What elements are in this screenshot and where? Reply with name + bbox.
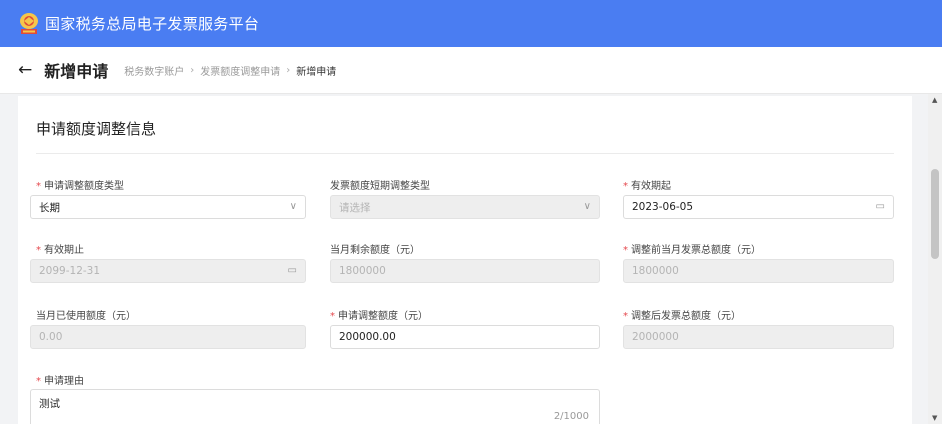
required-mark: * <box>623 245 628 256</box>
page-title: 新增申请 <box>44 62 109 81</box>
breadcrumb-item-current: 新增申请 <box>296 66 337 78</box>
required-mark: * <box>330 311 335 322</box>
top-bar: 国家税务总局电子发票服务平台 <box>0 0 942 47</box>
section-divider <box>36 153 894 154</box>
breadcrumb-separator-icon: › <box>286 64 291 76</box>
breadcrumb-item-quota-adjust[interactable]: 发票额度调整申请 <box>200 63 280 78</box>
month-remaining-label: 当月剩余额度（元） <box>330 245 420 256</box>
before-total-label: * 调整前当月发票总额度（元） <box>623 245 761 256</box>
breadcrumb-separator-icon: › <box>190 64 195 76</box>
vertical-scrollbar[interactable]: ▲ ▼ <box>928 94 942 424</box>
required-mark: * <box>36 181 41 192</box>
calendar-icon[interactable]: ▭ <box>876 202 885 212</box>
after-total-input[interactable]: 2000000 <box>623 325 894 349</box>
scroll-up-icon[interactable]: ▲ <box>932 96 937 104</box>
after-total-label: * 调整后发票总额度（元） <box>623 311 741 322</box>
app-title: 国家税务总局电子发票服务平台 <box>45 15 260 33</box>
required-mark: * <box>36 245 41 256</box>
month-remaining-input[interactable]: 1800000 <box>330 259 600 283</box>
adjust-amount-input[interactable]: 200000.00 <box>330 325 600 349</box>
calendar-icon: ▭ <box>287 265 297 276</box>
required-mark: * <box>623 311 628 322</box>
breadcrumb: 税务数字账户 › 发票额度调整申请 › 新增申请 <box>124 63 336 78</box>
month-used-label: 当月已使用额度（元） <box>36 311 136 322</box>
breadcrumb-item-tax-account[interactable]: 税务数字账户 <box>124 63 184 78</box>
valid-to-date-input[interactable]: 2099-12-31 ▭ <box>30 259 306 283</box>
required-mark: * <box>36 376 41 387</box>
page-header: ← 新增申请 税务数字账户 › 发票额度调整申请 › 新增申请 <box>0 47 942 94</box>
chevron-down-icon: ∨ <box>583 201 591 212</box>
valid-from-date-input[interactable]: 2023-06-05 ▭ <box>623 195 894 219</box>
char-count: 2/1000 <box>553 411 589 422</box>
scroll-down-icon[interactable]: ▼ <box>932 414 937 422</box>
month-used-input[interactable]: 0.00 <box>30 325 306 349</box>
short-type-label: 发票额度短期调整类型 <box>330 181 430 192</box>
reason-label: * 申请理由 <box>36 376 84 387</box>
scrollbar-thumb[interactable] <box>931 169 939 259</box>
tax-emblem-icon <box>18 12 40 36</box>
section-title: 申请额度调整信息 <box>36 120 157 138</box>
back-arrow-icon[interactable]: ← <box>18 61 32 79</box>
adjust-amount-label: * 申请调整额度（元） <box>330 311 428 322</box>
required-mark: * <box>623 181 628 192</box>
before-total-input[interactable]: 1800000 <box>623 259 894 283</box>
valid-from-label: * 有效期起 <box>623 181 671 192</box>
valid-to-label: * 有效期止 <box>36 245 84 256</box>
adjust-type-select[interactable]: 长期 ∨ <box>30 195 306 219</box>
adjust-type-label: * 申请调整额度类型 <box>36 181 124 192</box>
reason-textarea[interactable]: 测试 2/1000 <box>30 389 600 424</box>
form-card: 申请额度调整信息 * 申请调整额度类型 长期 ∨ 发票额度短期调整类型 请选择 ∨… <box>18 96 912 424</box>
short-type-select[interactable]: 请选择 ∨ <box>330 195 600 219</box>
chevron-down-icon: ∨ <box>289 201 297 212</box>
